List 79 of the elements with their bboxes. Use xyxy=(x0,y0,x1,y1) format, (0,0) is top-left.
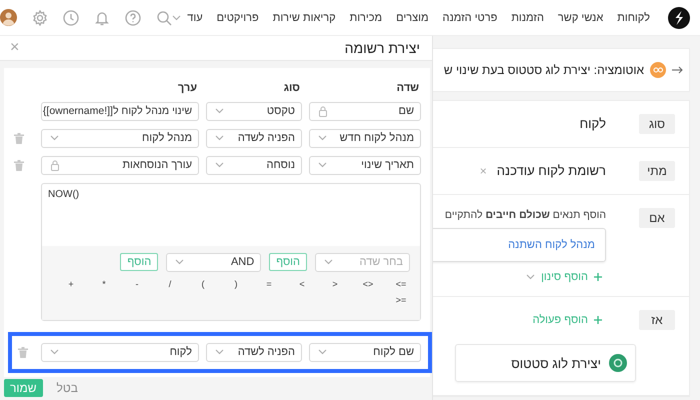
condition-link[interactable]: מנהל לקוח השתנה xyxy=(508,239,595,251)
chevron-down-icon xyxy=(318,135,327,141)
nav-link[interactable]: פרויקטים xyxy=(216,12,259,24)
dropdown[interactable]: תאריך שינוי xyxy=(309,156,421,174)
column-header: ערך xyxy=(176,82,198,94)
settings-icon[interactable] xyxy=(32,10,48,26)
page-title: אוטומציה: יצירת לוג סטטוס בעת שינוי ש xyxy=(444,63,644,77)
operator-button[interactable]: - xyxy=(128,278,146,288)
nav-link[interactable]: קריאות שירות xyxy=(272,12,336,24)
expression-field[interactable]: שינוי מנהל לקוח ל[[!ownername]} xyxy=(41,102,199,120)
trigger-value: רשומת לקוח עודכנה xyxy=(496,162,606,180)
operator-button[interactable]: >= xyxy=(392,294,410,304)
chevron-down-icon xyxy=(50,135,59,141)
column-header: שדה xyxy=(396,82,420,94)
formula-input[interactable]: NOW() xyxy=(42,184,420,246)
trash-icon[interactable] xyxy=(14,160,24,170)
chevron-down-icon xyxy=(318,349,327,355)
modal-title: יצירת רשומה xyxy=(344,40,420,56)
chevron-down-icon xyxy=(215,135,224,141)
conditions-hint: הוסף תנאים שכולם חייבים להתקיים xyxy=(444,209,606,221)
dropdown[interactable]: מנהל לקוח חדש xyxy=(309,128,421,148)
nav-link[interactable]: מוצרים xyxy=(396,12,429,24)
section-label: סוג xyxy=(639,114,675,134)
back-arrow-icon[interactable] xyxy=(672,66,683,74)
dropdown[interactable]: לקוח xyxy=(41,342,199,362)
more-menu[interactable]: עוד xyxy=(172,12,203,24)
nav-link[interactable]: מכירות xyxy=(350,12,382,24)
lock-icon xyxy=(50,160,60,170)
search-icon[interactable] xyxy=(156,10,172,26)
trash-icon[interactable] xyxy=(14,132,24,144)
logo-icon[interactable] xyxy=(668,6,690,28)
bell-icon[interactable] xyxy=(94,10,110,26)
dropdown[interactable]: טקסט xyxy=(206,102,302,120)
action-icon xyxy=(609,354,627,372)
chevron-down-icon xyxy=(215,162,224,168)
help-icon[interactable] xyxy=(125,10,142,26)
operator-button[interactable]: / xyxy=(161,278,179,288)
section-label: אם xyxy=(639,208,675,228)
action-card[interactable]: יצירת לוג סטטוס xyxy=(455,344,636,382)
column-header: סוג xyxy=(282,82,301,94)
nav-link[interactable]: הזמנות xyxy=(511,12,544,24)
dropdown[interactable]: מנהל לקוח xyxy=(41,128,199,148)
dropdown[interactable]: הפניה לשדה xyxy=(206,128,302,148)
dropdown[interactable]: הפניה לשדה xyxy=(206,342,302,362)
chevron-down-icon xyxy=(318,162,327,168)
chevron-down-icon xyxy=(215,349,224,355)
avatar-icon[interactable] xyxy=(0,9,18,26)
plus-icon xyxy=(594,316,602,324)
nav-link[interactable]: לקוחות xyxy=(617,12,650,24)
plus-icon xyxy=(594,273,602,281)
operator-button[interactable]: <= xyxy=(392,278,410,288)
locked-field[interactable]: שם xyxy=(309,102,421,120)
trash-icon[interactable] xyxy=(18,346,28,358)
operator-button[interactable]: * xyxy=(95,278,113,288)
section-label: מתי xyxy=(639,161,675,181)
chevron-down-icon xyxy=(175,259,184,265)
lock-icon xyxy=(318,106,328,116)
chevron-down-icon xyxy=(215,108,224,114)
operator-button[interactable]: = xyxy=(260,278,278,288)
chevron-down-icon xyxy=(526,274,536,280)
section-value: לקוח xyxy=(580,115,606,133)
section-label: אז xyxy=(639,310,675,330)
clock-icon[interactable] xyxy=(63,10,80,26)
dropdown[interactable]: שם לקוח xyxy=(309,342,421,362)
operator-button[interactable]: ) xyxy=(227,278,245,288)
operator-button[interactable]: ( xyxy=(194,278,212,288)
nav-link[interactable]: פרטי הזמנה xyxy=(442,12,498,24)
operator-button[interactable]: + xyxy=(62,278,80,288)
dropdown[interactable]: נוסחה xyxy=(206,156,302,174)
chevron-down-icon xyxy=(324,259,333,265)
chevron-down-icon xyxy=(172,14,182,20)
operator-button[interactable]: > xyxy=(326,278,344,288)
automation-icon xyxy=(650,62,666,78)
operator-button[interactable]: < xyxy=(293,278,311,288)
dropdown[interactable]: AND xyxy=(166,252,262,272)
nav-link[interactable]: אנשי קשר xyxy=(558,12,604,24)
chevron-down-icon xyxy=(50,349,59,355)
operator-button[interactable]: <> xyxy=(359,278,377,288)
locked-field[interactable]: עורך הנוסחאות xyxy=(41,156,199,174)
